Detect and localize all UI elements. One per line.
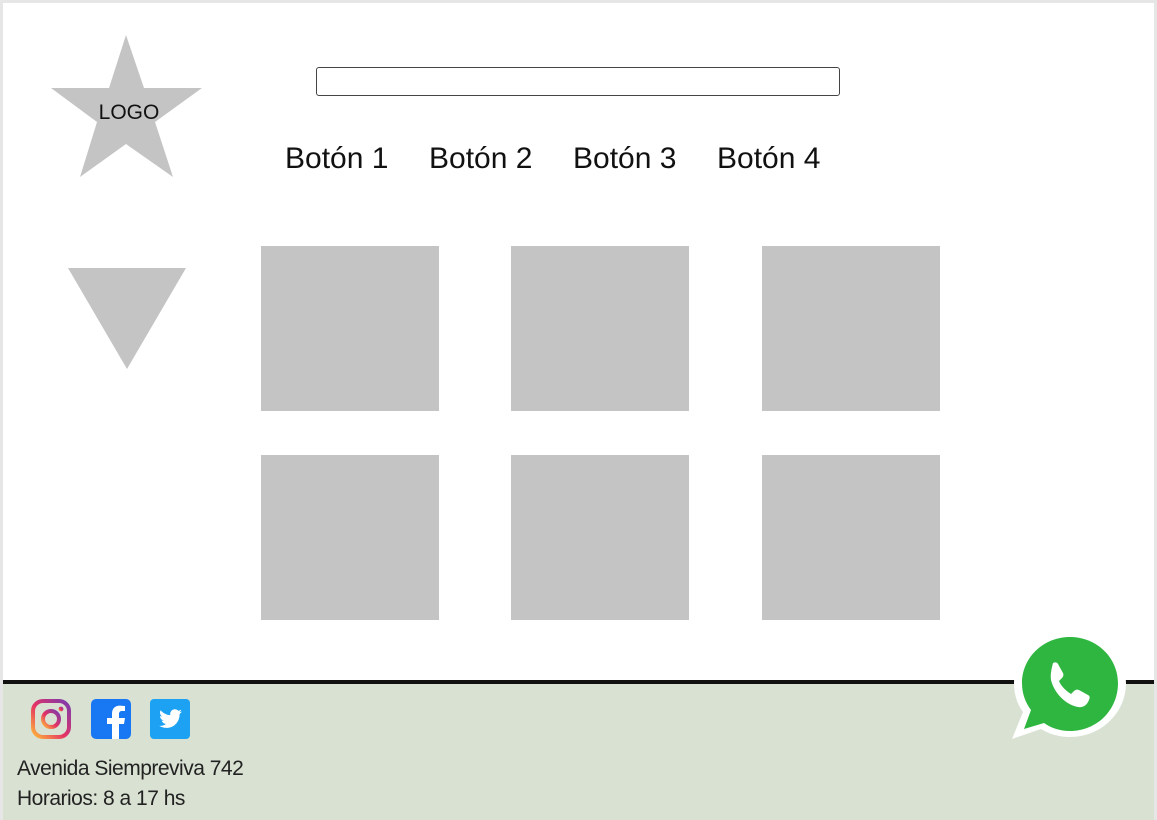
nav-button-1[interactable]: Botón 1	[285, 142, 388, 176]
hours-text: Horarios: 8 a 17 hs	[17, 787, 185, 810]
nav-button-4[interactable]: Botón 4	[717, 142, 820, 176]
nav-button-2[interactable]: Botón 2	[429, 142, 532, 176]
address-text: Avenida Siempreviva 742	[17, 757, 244, 780]
logo-label: LOGO	[98, 101, 160, 124]
instagram-icon	[31, 699, 71, 739]
logo[interactable]: LOGO	[51, 35, 207, 183]
instagram-link[interactable]	[30, 698, 72, 740]
gallery-tile[interactable]	[511, 455, 689, 620]
dropdown-toggle[interactable]	[68, 268, 186, 375]
twitter-link[interactable]	[149, 698, 191, 740]
gallery-tile[interactable]	[762, 455, 940, 620]
footer: Avenida Siempreviva 742 Horarios: 8 a 17…	[3, 680, 1154, 820]
whatsapp-button[interactable]	[1011, 629, 1129, 741]
facebook-link[interactable]	[90, 698, 132, 740]
gallery-tile[interactable]	[261, 455, 439, 620]
gallery-tile[interactable]	[261, 246, 439, 411]
page-frame: LOGO Botón 1 Botón 2 Botón 3 Botón 4 Ave…	[3, 3, 1154, 820]
facebook-icon	[91, 699, 131, 739]
triangle-down-icon	[68, 268, 186, 369]
twitter-icon	[150, 699, 190, 739]
search-input[interactable]	[316, 67, 840, 96]
gallery-tile[interactable]	[511, 246, 689, 411]
nav-button-3[interactable]: Botón 3	[573, 142, 676, 176]
gallery-tile[interactable]	[762, 246, 940, 411]
whatsapp-icon	[1012, 630, 1126, 739]
